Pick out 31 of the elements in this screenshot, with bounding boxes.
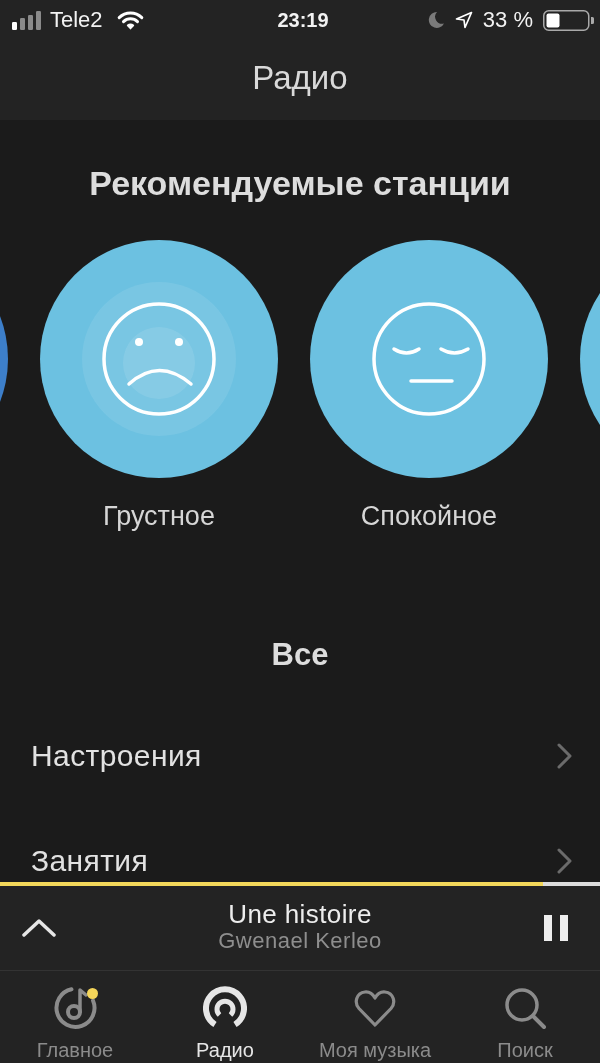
calm-face-icon	[372, 302, 486, 416]
chevron-right-icon	[557, 743, 572, 769]
category-row[interactable]: Занятия	[0, 841, 600, 881]
tab-button[interactable]: Главное	[0, 971, 150, 1063]
broadcast-icon	[203, 986, 247, 1030]
wifi-icon	[116, 10, 144, 30]
search-icon	[503, 986, 547, 1030]
sad-face-icon	[102, 302, 216, 416]
track-artist: Gwenael Kerleo	[218, 929, 382, 953]
section-title: Рекомендуемые станции	[89, 163, 511, 203]
station-label: Грустное	[103, 500, 215, 532]
station-cover[interactable]	[580, 292, 600, 425]
battery-percent: 33 %	[482, 7, 533, 33]
pause-icon	[544, 915, 568, 941]
moon-icon	[426, 11, 445, 29]
station-label: Спокойное	[360, 500, 498, 532]
battery-icon	[543, 9, 594, 31]
tab-button[interactable]: Поиск	[450, 971, 600, 1063]
tab-button[interactable]: Радио	[150, 971, 300, 1063]
track-title: Une histoire	[228, 899, 372, 929]
chevron-up-icon	[22, 919, 56, 937]
signal-icon	[12, 10, 42, 30]
location-arrow-icon	[454, 11, 473, 29]
section-title: Все	[271, 636, 329, 673]
chevron-right-icon	[557, 848, 572, 874]
carrier-name: Tele2	[50, 7, 103, 33]
music-disc-icon	[53, 986, 97, 1030]
category-row[interactable]: Настроения	[0, 736, 600, 776]
tab-button[interactable]: Моя музыка	[300, 971, 450, 1063]
status-time: 23:19	[277, 8, 329, 33]
screen-title: Радио	[252, 58, 348, 98]
